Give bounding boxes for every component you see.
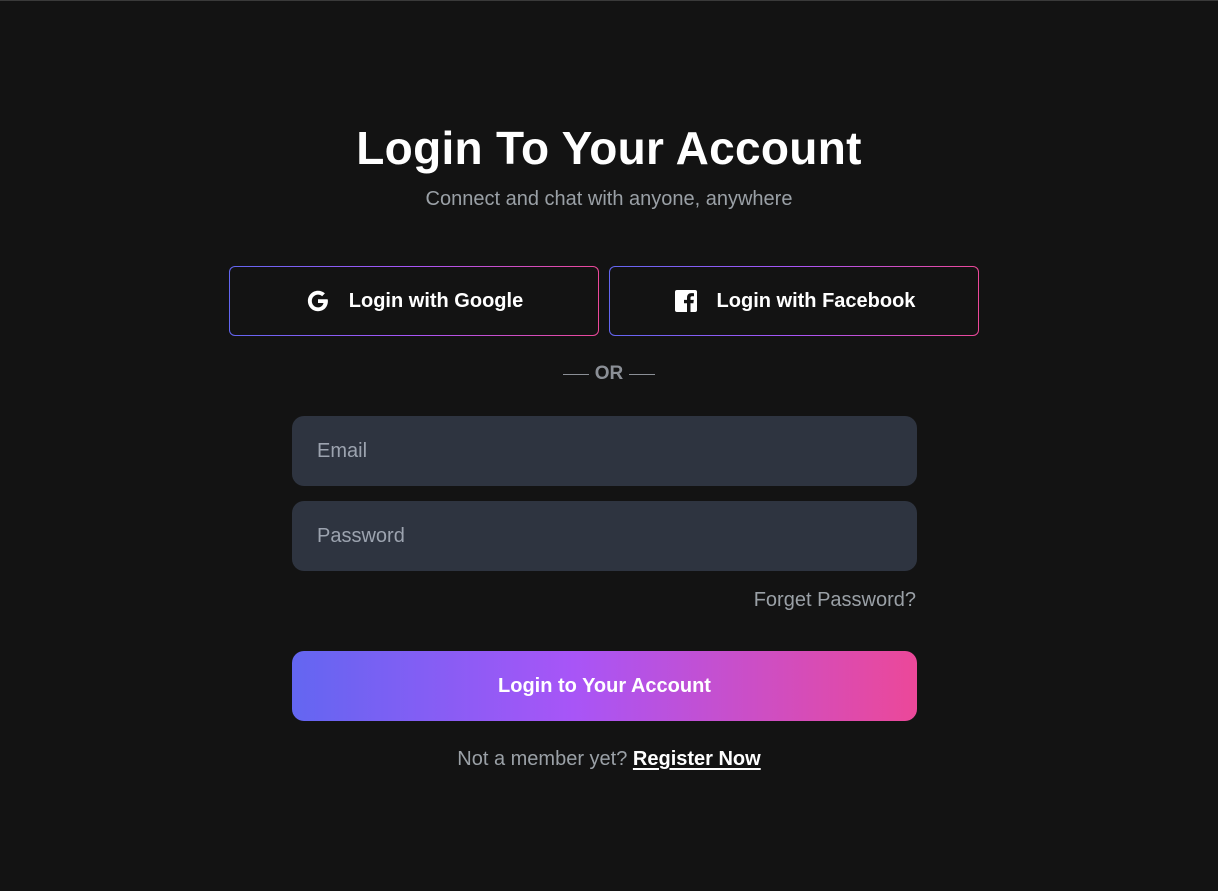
google-button-label: Login with Google [348, 289, 524, 312]
register-prompt-text: Not a member yet? [457, 748, 628, 770]
divider-line-right [629, 373, 656, 375]
register-now-link[interactable]: Register Now [633, 748, 761, 770]
facebook-button-label: Login with Facebook [716, 289, 916, 312]
facebook-icon [673, 288, 699, 314]
divider-text: OR [594, 363, 624, 384]
login-with-facebook-button[interactable]: Login with Facebook [609, 266, 979, 336]
or-divider: OR [0, 363, 1218, 385]
google-icon [305, 288, 331, 314]
login-with-google-button[interactable]: Login with Google [229, 266, 599, 336]
forgot-password-link[interactable]: Forget Password? [754, 589, 916, 612]
register-prompt: Not a member yet? Register Now [0, 748, 1218, 771]
password-field[interactable] [292, 501, 917, 571]
page-title: Login To Your Account [356, 122, 862, 174]
login-submit-button[interactable]: Login to Your Account [292, 651, 917, 721]
page-subtitle: Connect and chat with anyone, anywhere [425, 188, 793, 210]
divider-line-left [562, 373, 589, 375]
email-field[interactable] [292, 416, 917, 486]
